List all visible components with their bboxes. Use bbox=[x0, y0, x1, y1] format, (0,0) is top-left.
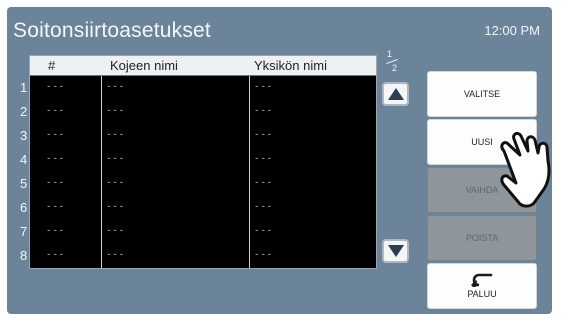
cell-number: --- bbox=[46, 130, 66, 140]
cell-device-name: --- bbox=[106, 106, 126, 116]
cell-device-name: --- bbox=[106, 226, 126, 236]
cell-device-name: --- bbox=[106, 202, 126, 212]
row-number: 8 bbox=[20, 248, 28, 263]
cell-number: --- bbox=[46, 106, 66, 116]
row-number: 3 bbox=[20, 128, 28, 143]
clock: 12:00 PM bbox=[484, 23, 540, 38]
cell-unit-name: --- bbox=[254, 202, 274, 212]
cell-device-name: --- bbox=[106, 154, 126, 164]
back-arrow-icon bbox=[471, 273, 493, 287]
total-pages: 2 bbox=[392, 63, 398, 73]
table-row[interactable]: --- --- --- bbox=[30, 220, 376, 244]
delete-button[interactable]: POISTA bbox=[427, 215, 537, 261]
page-indicator: 1 2 bbox=[383, 49, 401, 75]
cell-unit-name: --- bbox=[254, 154, 274, 164]
cell-number: --- bbox=[46, 178, 66, 188]
table-row[interactable]: --- --- --- bbox=[30, 76, 376, 100]
row-number: 2 bbox=[20, 104, 28, 119]
scroll-up-icon bbox=[387, 88, 404, 100]
cell-number: --- bbox=[46, 226, 66, 236]
row-number: 6 bbox=[20, 200, 28, 215]
cell-device-name: --- bbox=[106, 130, 126, 140]
select-button[interactable]: VALITSE bbox=[427, 71, 537, 117]
table-row[interactable]: --- --- --- bbox=[30, 244, 376, 268]
select-button-label: VALITSE bbox=[463, 89, 501, 99]
header-number: # bbox=[48, 58, 56, 73]
cell-unit-name: --- bbox=[254, 82, 274, 92]
scroll-up-button[interactable] bbox=[382, 82, 409, 106]
header-unit-name: Yksikön nimi bbox=[254, 58, 327, 73]
table-row[interactable]: --- --- --- bbox=[30, 148, 376, 172]
scroll-down-button[interactable] bbox=[382, 239, 409, 263]
row-number: 1 bbox=[20, 80, 28, 95]
cell-device-name: --- bbox=[106, 178, 126, 188]
cell-unit-name: --- bbox=[254, 178, 274, 188]
cell-unit-name: --- bbox=[254, 250, 274, 260]
scroll-down-icon bbox=[387, 245, 404, 257]
table-header: # Kojeen nimi Yksikön nimi bbox=[30, 56, 376, 76]
change-button-label: VAIHDA bbox=[465, 185, 499, 195]
intercom-screen: Soitonsiirtoasetukset 12:00 PM 1 2 3 4 5… bbox=[7, 7, 552, 314]
row-number: 4 bbox=[20, 152, 28, 167]
header-device-name: Kojeen nimi bbox=[110, 58, 178, 73]
row-number: 7 bbox=[20, 224, 28, 239]
back-button[interactable]: PALUU bbox=[427, 263, 537, 309]
cell-number: --- bbox=[46, 202, 66, 212]
cell-device-name: --- bbox=[106, 82, 126, 92]
cell-unit-name: --- bbox=[254, 226, 274, 236]
cell-number: --- bbox=[46, 82, 66, 92]
table-row[interactable]: --- --- --- bbox=[30, 124, 376, 148]
delete-button-label: POISTA bbox=[465, 233, 499, 243]
cell-number: --- bbox=[46, 154, 66, 164]
cell-device-name: --- bbox=[106, 250, 126, 260]
back-button-label: PALUU bbox=[467, 289, 497, 299]
current-page: 1 bbox=[387, 49, 393, 59]
cell-unit-name: --- bbox=[254, 106, 274, 116]
cell-number: --- bbox=[46, 250, 66, 260]
page-title: Soitonsiirtoasetukset bbox=[13, 19, 211, 42]
row-number: 5 bbox=[20, 176, 28, 191]
new-button-label: UUSI bbox=[471, 137, 493, 147]
table-row[interactable]: --- --- --- bbox=[30, 172, 376, 196]
table-row[interactable]: --- --- --- bbox=[30, 196, 376, 220]
call-transfer-table: # Kojeen nimi Yksikön nimi --- --- --- -… bbox=[29, 55, 377, 269]
cell-unit-name: --- bbox=[254, 130, 274, 140]
pointing-hand-icon bbox=[500, 131, 551, 208]
table-row[interactable]: --- --- --- bbox=[30, 100, 376, 124]
